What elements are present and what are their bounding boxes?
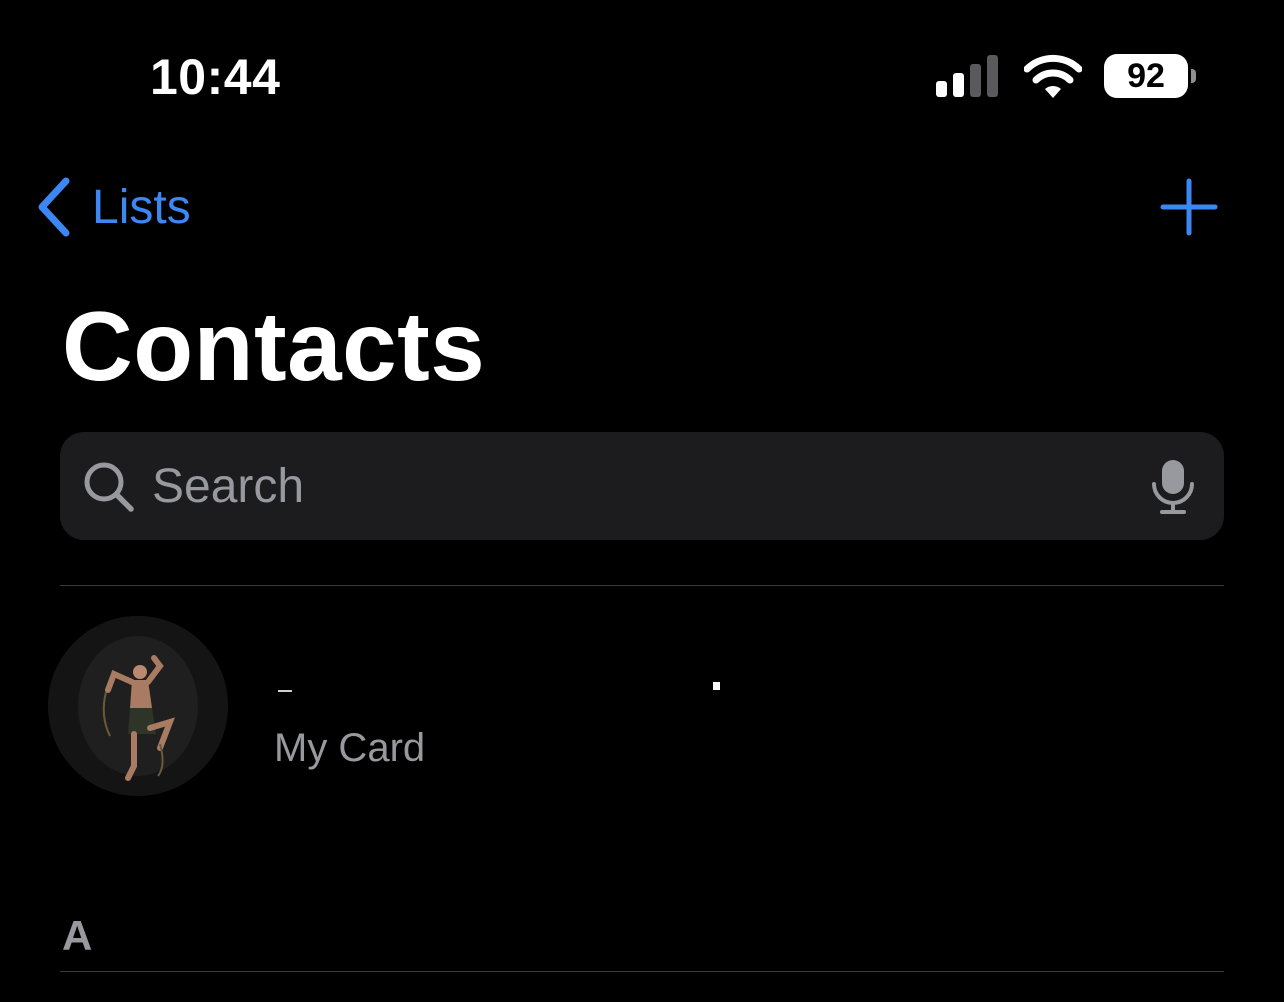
status-time: 10:44: [150, 49, 281, 105]
my-card-label: My Card: [274, 726, 426, 770]
plus-icon[interactable]: [1160, 178, 1218, 236]
contact-photo: [48, 616, 228, 796]
battery-icon: 92: [1104, 54, 1196, 98]
separator: [60, 971, 1224, 972]
battery-cap: [1191, 69, 1196, 83]
magnifying-glass-icon: [84, 462, 134, 512]
wifi-icon: [1024, 54, 1082, 98]
back-to-lists-button[interactable]: Lists: [36, 172, 191, 242]
back-button-label: Lists: [92, 180, 191, 234]
search-input[interactable]: [150, 432, 1132, 540]
contacts-screen: 10:44 92 Lists Contacts Search My Card A: [0, 0, 1284, 1002]
section-header-a: A: [62, 912, 93, 959]
microphone-icon[interactable]: [1150, 458, 1196, 516]
avatar: [48, 616, 228, 796]
name-mark: [278, 690, 292, 692]
battery-level: 92: [1104, 54, 1188, 98]
separator: [60, 585, 1224, 586]
cellular-signal-icon: [936, 55, 998, 97]
status-indicators: 92: [936, 52, 1196, 100]
name-mark: [713, 682, 720, 690]
page-title: Contacts: [62, 291, 486, 401]
chevron-left-icon: [38, 177, 70, 237]
my-card-row[interactable]: My Card: [0, 600, 1284, 810]
search-bar[interactable]: [60, 432, 1224, 540]
